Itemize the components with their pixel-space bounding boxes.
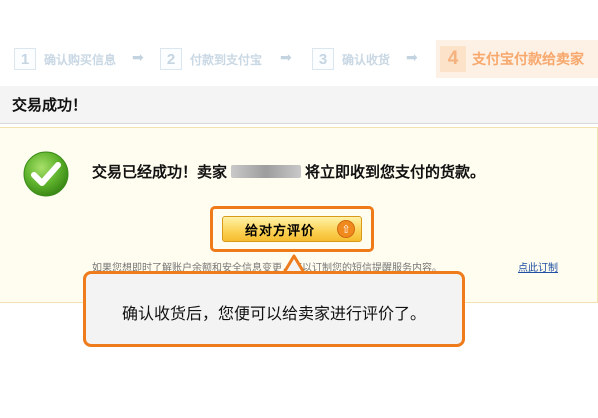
success-message: 交易已经成功！卖家 将立即收到您支付的货款。: [92, 161, 485, 182]
step-number: 3: [312, 48, 334, 70]
rate-button-label: 给对方评价: [245, 223, 316, 239]
page-title-bar: 交易成功！: [0, 86, 598, 124]
seller-name-redacted: [231, 165, 302, 178]
arrow-right-icon: ➡: [132, 50, 144, 66]
step-label: 确认收货: [342, 52, 391, 67]
step-3: 3 确认收货: [312, 48, 390, 70]
arrow-up-icon: ⇧: [337, 220, 355, 238]
arrow-right-icon: ➡: [406, 50, 418, 66]
tooltip-callout: 确认收货后，您便可以给卖家进行评价了。: [83, 271, 465, 347]
rate-button-highlight: 给对方评价 ⇧: [210, 206, 374, 252]
step-1: 1 确认购买信息: [14, 48, 116, 70]
page-title: 交易成功！: [12, 96, 88, 114]
step-number: 1: [14, 48, 36, 70]
rate-seller-button[interactable]: 给对方评价 ⇧: [222, 216, 362, 242]
progress-steps: 1 确认购买信息 ➡ 2 付款到支付宝 ➡ 3 确认收货 ➡ 4 支付宝付款给卖…: [0, 40, 598, 78]
step-label: 确认购买信息: [44, 52, 117, 67]
step-2: 2 付款到支付宝: [160, 48, 262, 70]
message-suffix: 将立即收到您支付的货款。: [305, 163, 486, 181]
step-number: 2: [160, 48, 182, 70]
arrow-right-icon: ➡: [280, 50, 292, 66]
step-label: 支付宝付款给卖家: [472, 52, 584, 68]
subscribe-link[interactable]: 点此订制: [518, 259, 558, 274]
check-circle-icon: [23, 151, 69, 197]
callout-text: 确认收货后，您便可以给卖家进行评价了。: [121, 304, 426, 323]
step-4-active: 4 支付宝付款给卖家: [436, 40, 598, 78]
message-prefix: 交易已经成功！卖家: [92, 163, 228, 181]
step-label: 付款到支付宝: [190, 52, 263, 67]
step-number: 4: [440, 46, 466, 72]
